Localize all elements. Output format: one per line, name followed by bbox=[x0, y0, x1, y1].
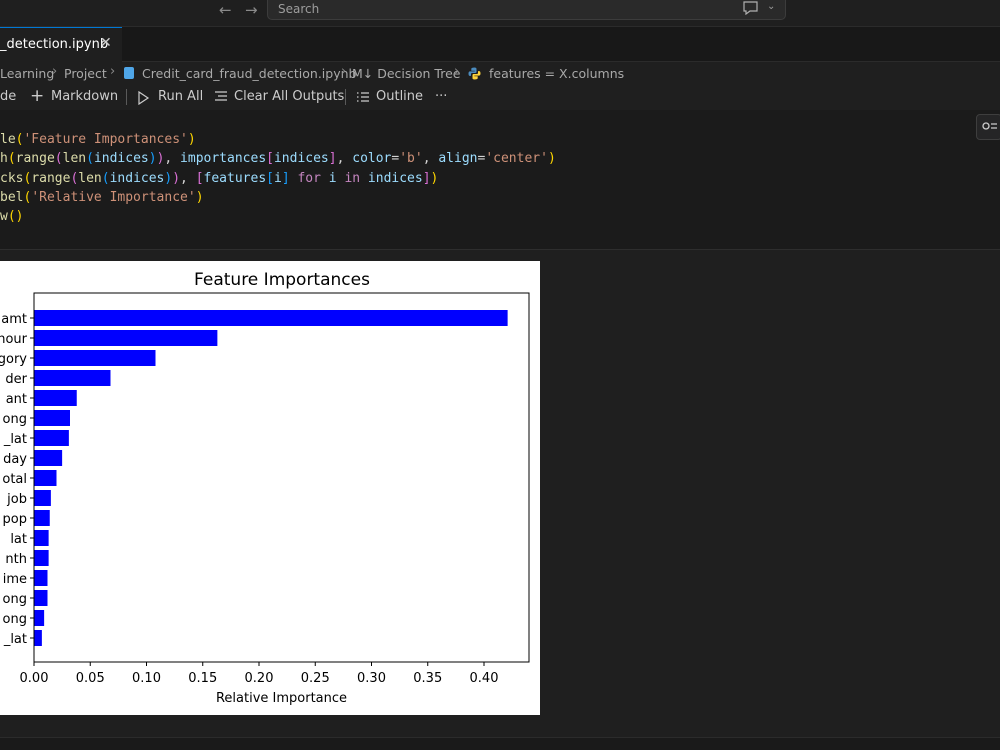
outline-icon[interactable] bbox=[356, 91, 370, 103]
plus-icon[interactable]: + bbox=[30, 86, 44, 106]
x-tick-label: 0.15 bbox=[188, 671, 217, 686]
chart-figure: Feature Importances amt hour gory der ant ong _… bbox=[0, 261, 540, 715]
y-tick-label: job bbox=[6, 492, 27, 507]
forward-arrow-icon[interactable]: → bbox=[245, 0, 258, 20]
title-bar: ← → Search ⌄ bbox=[0, 0, 1000, 27]
bar bbox=[34, 590, 48, 606]
cell-divider bbox=[0, 249, 1000, 250]
clear-outputs-icon[interactable] bbox=[214, 89, 228, 103]
add-code-cell-button[interactable]: de bbox=[0, 89, 16, 104]
y-tick-label: _lat bbox=[3, 632, 27, 647]
x-tick-label: 0.30 bbox=[357, 671, 386, 686]
breadcrumb: Learning › Project › Credit_card_fraud_d… bbox=[0, 63, 1000, 85]
chart-title: Feature Importances bbox=[194, 270, 370, 290]
bar bbox=[34, 390, 77, 406]
bar bbox=[34, 310, 508, 326]
y-tick-label: _lat bbox=[3, 432, 27, 447]
y-tick-label: otal bbox=[2, 472, 27, 487]
y-tick-label: pop bbox=[3, 512, 27, 527]
bar bbox=[34, 330, 218, 346]
notebook-toolbar: de + Markdown Run All Clear All Outputs … bbox=[0, 86, 1000, 108]
y-tick-label: gory bbox=[0, 352, 27, 367]
breadcrumb-item-notebook[interactable]: Credit_card_fraud_detection.ipynb bbox=[142, 66, 356, 81]
editor-tab-bar: _detection.ipynb ✕ bbox=[0, 27, 1000, 62]
chat-icon[interactable] bbox=[742, 1, 759, 15]
code-line-1: le('Feature Importances') bbox=[0, 132, 196, 147]
cell-toolbar-button[interactable] bbox=[976, 114, 1000, 140]
x-tick-label: 0.00 bbox=[20, 671, 49, 686]
x-tick-label: 0.20 bbox=[245, 671, 274, 686]
code-line-4: bel('Relative Importance') bbox=[0, 189, 204, 205]
x-tick-label: 0.25 bbox=[301, 671, 330, 686]
run-all-button[interactable]: Run All bbox=[158, 89, 203, 104]
bar bbox=[34, 550, 49, 566]
toolbar-divider bbox=[126, 89, 127, 105]
bar bbox=[34, 490, 51, 506]
run-all-icon[interactable] bbox=[137, 91, 150, 105]
y-tick-label: ime bbox=[3, 572, 27, 587]
python-icon bbox=[468, 67, 481, 80]
toolbar-divider bbox=[345, 89, 346, 105]
plot-frame bbox=[33, 292, 530, 663]
status-bar bbox=[0, 737, 1000, 750]
y-tick-label: lat bbox=[10, 532, 27, 547]
x-tick-label: 0.35 bbox=[413, 671, 442, 686]
bar bbox=[34, 430, 69, 446]
bar bbox=[34, 410, 70, 426]
code-cell[interactable]: le('Feature Importances') h(range(len(in… bbox=[0, 110, 1000, 250]
close-icon[interactable]: ✕ bbox=[100, 35, 112, 51]
add-markdown-cell-button[interactable]: Markdown bbox=[51, 89, 118, 104]
x-tick-label: 0.40 bbox=[470, 671, 499, 686]
chevron-down-icon[interactable]: ⌄ bbox=[767, 1, 775, 12]
tab-label: _detection.ipynb bbox=[0, 37, 109, 52]
search-placeholder: Search bbox=[278, 2, 320, 16]
code-line-2: h(range(len(indices)), importances[indic… bbox=[0, 151, 556, 167]
bar bbox=[34, 630, 42, 646]
feature-importance-chart: Feature Importances amt hour gory der ant ong _… bbox=[0, 270, 530, 706]
y-tick-label: ant bbox=[6, 392, 27, 407]
outline-button[interactable]: Outline bbox=[376, 89, 423, 104]
chevron-right-icon: › bbox=[341, 64, 347, 79]
x-tick-label: 0.10 bbox=[132, 671, 161, 686]
bar bbox=[34, 610, 45, 626]
bar bbox=[34, 570, 48, 586]
code-editor[interactable]: le('Feature Importances') h(range(len(in… bbox=[0, 130, 556, 226]
breadcrumb-item-markdown-section[interactable]: M↓ Decision Tree bbox=[352, 66, 460, 81]
chevron-right-icon: › bbox=[110, 64, 116, 79]
y-tick-label: amt bbox=[1, 312, 27, 327]
more-actions-icon[interactable]: ··· bbox=[435, 89, 447, 104]
chevron-right-icon: › bbox=[52, 64, 58, 79]
bar bbox=[34, 450, 63, 466]
breadcrumb-item-symbol[interactable]: features = X.columns bbox=[489, 66, 624, 81]
command-search-box[interactable]: Search bbox=[267, 0, 786, 20]
x-tick-label: 0.05 bbox=[76, 671, 105, 686]
y-tick-label: hour bbox=[0, 332, 28, 347]
x-axis-label: Relative Importance bbox=[216, 691, 347, 706]
code-line-5: w() bbox=[0, 209, 24, 225]
bar bbox=[34, 470, 57, 486]
variables-icon bbox=[982, 122, 997, 130]
code-line-3: cks(range(len(indices)), [features[i] fo… bbox=[0, 170, 439, 186]
chevron-right-icon: › bbox=[454, 64, 460, 79]
bar bbox=[34, 530, 49, 546]
clear-all-outputs-button[interactable]: Clear All Outputs bbox=[234, 89, 344, 104]
bar bbox=[34, 510, 50, 526]
y-tick-label: der bbox=[5, 372, 27, 387]
breadcrumb-item-folder[interactable]: Learning bbox=[0, 66, 54, 81]
y-tick-label: ong bbox=[3, 612, 27, 627]
y-tick-label: ong bbox=[3, 412, 27, 427]
y-tick-label: day bbox=[3, 452, 27, 467]
notebook-icon bbox=[124, 67, 134, 79]
y-tick-label: ong bbox=[3, 592, 27, 607]
breadcrumb-item-project[interactable]: Project bbox=[64, 66, 107, 81]
bar bbox=[34, 370, 111, 386]
bar bbox=[34, 350, 156, 366]
y-tick-label: nth bbox=[5, 552, 27, 567]
tab-notebook[interactable]: _detection.ipynb ✕ bbox=[0, 27, 122, 62]
back-arrow-icon[interactable]: ← bbox=[219, 0, 232, 20]
